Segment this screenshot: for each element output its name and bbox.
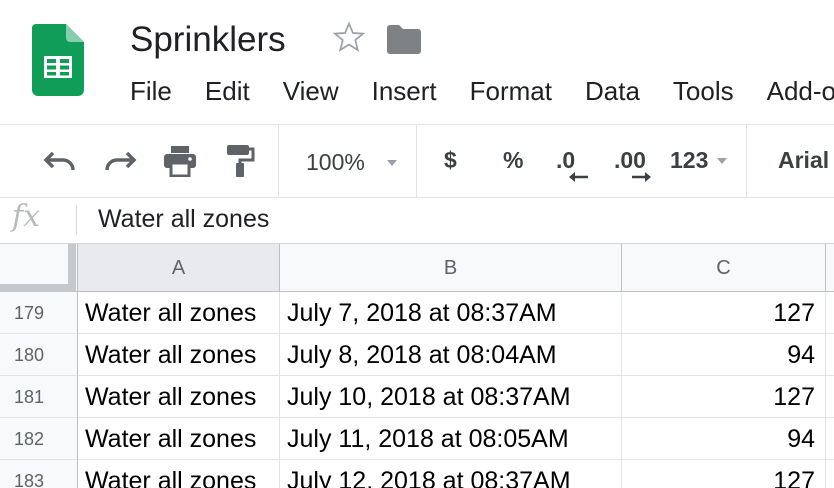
- undo-icon[interactable]: [40, 145, 80, 177]
- cell[interactable]: Water all zones: [78, 334, 280, 376]
- cell[interactable]: 127: [622, 376, 826, 418]
- cell[interactable]: July 8, 2018 at 08:04AM: [280, 334, 622, 376]
- menu-tools[interactable]: Tools: [673, 74, 734, 108]
- cell[interactable]: 127: [622, 460, 826, 488]
- cell[interactable]: 94: [622, 334, 826, 376]
- zoom-select[interactable]: 100%: [306, 149, 365, 176]
- row-header[interactable]: 182: [0, 418, 78, 460]
- print-icon[interactable]: [160, 143, 200, 179]
- cell[interactable]: [826, 376, 834, 418]
- cell[interactable]: [826, 292, 834, 334]
- arrow-left-icon: [566, 171, 590, 183]
- cell[interactable]: [826, 418, 834, 460]
- table-row: 180 Water all zones July 8, 2018 at 08:0…: [0, 334, 834, 376]
- menu-format[interactable]: Format: [470, 74, 552, 108]
- cell[interactable]: Water all zones: [78, 376, 280, 418]
- menu-addons[interactable]: Add-ons: [767, 74, 834, 108]
- menu-bar: File Edit View Insert Format Data Tools …: [130, 74, 834, 108]
- more-formats-caret-icon[interactable]: [717, 158, 727, 164]
- cell[interactable]: 94: [622, 418, 826, 460]
- more-formats-button[interactable]: 123: [670, 147, 708, 174]
- toolbar: 100% $ % .0 .00 123 Arial: [0, 124, 834, 198]
- sheet-grid: A B C 179 Water all zones July 7, 2018 a…: [0, 244, 834, 488]
- menu-file[interactable]: File: [130, 74, 172, 108]
- menu-edit[interactable]: Edit: [205, 74, 250, 108]
- folder-icon[interactable]: [387, 24, 421, 54]
- redo-icon[interactable]: [100, 145, 140, 177]
- menu-view[interactable]: View: [283, 74, 339, 108]
- cell[interactable]: July 12, 2018 at 08:37AM: [280, 460, 622, 488]
- row-header[interactable]: 181: [0, 376, 78, 418]
- fx-icon: fx: [12, 199, 41, 234]
- table-row: 179 Water all zones July 7, 2018 at 08:3…: [0, 292, 834, 334]
- sheets-logo-icon[interactable]: [32, 24, 84, 96]
- column-header-c[interactable]: C: [622, 244, 826, 292]
- arrow-right-icon: [630, 171, 654, 183]
- column-header-d[interactable]: [826, 244, 834, 292]
- table-row: 183 Water all zones July 12, 2018 at 08:…: [0, 460, 834, 488]
- formula-bar: fx Water all zones: [0, 197, 834, 244]
- table-row: 181 Water all zones July 10, 2018 at 08:…: [0, 376, 834, 418]
- row-header[interactable]: 180: [0, 334, 78, 376]
- cell[interactable]: July 10, 2018 at 08:37AM: [280, 376, 622, 418]
- menu-insert[interactable]: Insert: [372, 74, 437, 108]
- cell[interactable]: Water all zones: [78, 418, 280, 460]
- document-title[interactable]: Sprinklers: [130, 20, 286, 60]
- table-row: 182 Water all zones July 11, 2018 at 08:…: [0, 418, 834, 460]
- column-header-a[interactable]: A: [78, 244, 280, 292]
- paint-format-icon[interactable]: [222, 143, 258, 179]
- cell[interactable]: 127: [622, 292, 826, 334]
- font-select[interactable]: Arial: [778, 147, 829, 174]
- cell[interactable]: Water all zones: [78, 292, 280, 334]
- row-header[interactable]: 183: [0, 460, 78, 488]
- cell[interactable]: July 7, 2018 at 08:37AM: [280, 292, 622, 334]
- increase-decimal-button[interactable]: .00: [614, 147, 646, 174]
- zoom-caret-icon[interactable]: [387, 160, 397, 166]
- currency-format-button[interactable]: $: [444, 147, 457, 174]
- cell[interactable]: [826, 460, 834, 488]
- cell[interactable]: Water all zones: [78, 460, 280, 488]
- select-all-corner[interactable]: [0, 244, 78, 292]
- decrease-decimal-button[interactable]: .0: [556, 147, 575, 174]
- column-header-b[interactable]: B: [280, 244, 622, 292]
- cell[interactable]: July 11, 2018 at 08:05AM: [280, 418, 622, 460]
- percent-format-button[interactable]: %: [503, 147, 523, 174]
- star-icon[interactable]: [332, 20, 366, 54]
- formula-input[interactable]: Water all zones: [98, 205, 269, 234]
- cell[interactable]: [826, 334, 834, 376]
- row-header[interactable]: 179: [0, 292, 78, 334]
- menu-data[interactable]: Data: [585, 74, 640, 108]
